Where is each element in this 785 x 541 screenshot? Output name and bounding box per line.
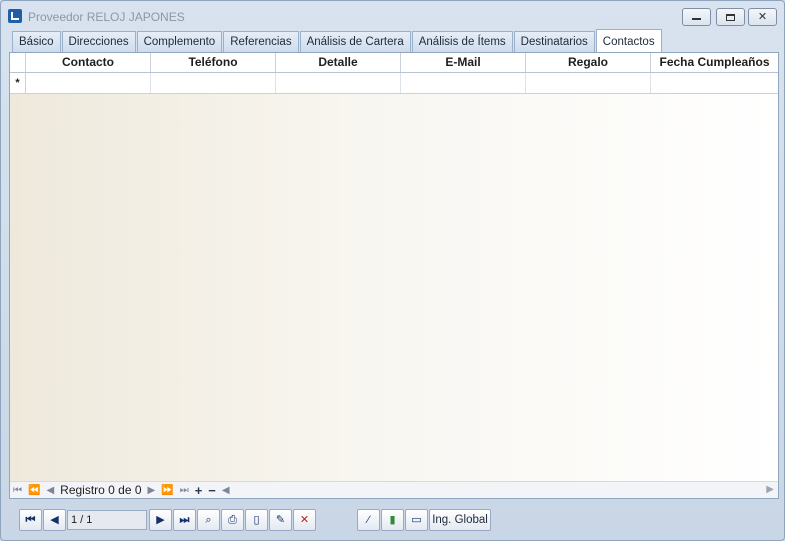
chart-button[interactable]: ▮ xyxy=(381,509,404,531)
new-row-marker: * xyxy=(10,73,26,93)
nav-first-icon[interactable]: ⏮ xyxy=(10,485,25,496)
new-row-cell-detalle[interactable] xyxy=(276,73,401,93)
tab-basico[interactable]: Básico xyxy=(12,31,61,52)
new-button[interactable]: ▯ xyxy=(245,509,268,531)
tab-direcciones[interactable]: Direcciones xyxy=(61,31,136,52)
new-row[interactable]: * xyxy=(10,73,778,94)
prev-record-button[interactable]: ◀ xyxy=(43,509,66,531)
bottom-toolbar: ⏮ ◀ 1 / 1 ▶ ⏭ ⌕ ⎙ ▯ ✎ ✕ ⁄ ▮ ▭ Ing. Globa… xyxy=(19,509,491,533)
first-record-button[interactable]: ⏮ xyxy=(19,509,42,531)
grid-header: Contacto Teléfono Detalle E-Mail Regalo … xyxy=(10,53,778,73)
minimize-icon xyxy=(692,18,701,21)
column-header-regalo[interactable]: Regalo xyxy=(526,53,651,72)
page-indicator[interactable]: 1 / 1 xyxy=(67,510,147,530)
scroll-left-icon[interactable]: ◀ xyxy=(219,485,233,496)
print-button[interactable]: ⎙ xyxy=(221,509,244,531)
close-icon: ✕ xyxy=(757,11,768,23)
app-icon xyxy=(8,9,22,23)
binoculars-icon: ⌕ xyxy=(205,514,212,526)
new-row-cell-fecha-cumpleanos[interactable] xyxy=(651,73,778,93)
window: Proveedor RELOJ JAPONES ✕ Básico Direcci… xyxy=(0,0,785,541)
delete-button[interactable]: ✕ xyxy=(293,509,316,531)
maximize-icon xyxy=(726,13,735,21)
column-header-email[interactable]: E-Mail xyxy=(401,53,526,72)
nav-last-icon[interactable]: ⏭ xyxy=(177,485,192,496)
column-header-fecha-cumpleanos[interactable]: Fecha Cumpleaños xyxy=(651,53,778,72)
grid-navigator: ⏮ ⏪ ◀ Registro 0 de 0 ▶ ⏩ ⏭ + − ◀ ▶ xyxy=(10,481,778,498)
column-header-telefono[interactable]: Teléfono xyxy=(151,53,276,72)
tab-complemento[interactable]: Complemento xyxy=(136,31,223,52)
edit-icon: ✎ xyxy=(275,514,286,526)
tab-strip: Básico Direcciones Complemento Referenci… xyxy=(12,29,663,52)
tab-referencias[interactable]: Referencias xyxy=(223,31,299,52)
tab-analisis-items[interactable]: Análisis de Ítems xyxy=(411,31,513,52)
tab-destinatarios[interactable]: Destinatarios xyxy=(513,31,595,52)
row-selector-header[interactable] xyxy=(10,53,26,72)
prev-record-icon: ◀ xyxy=(50,514,59,526)
maximize-button[interactable] xyxy=(716,8,745,26)
minimize-button[interactable] xyxy=(682,8,711,26)
column-header-contacto[interactable]: Contacto xyxy=(26,53,151,72)
last-record-icon: ⏭ xyxy=(179,514,190,526)
record-counter: Registro 0 de 0 xyxy=(60,483,142,497)
print-preview-button[interactable]: ▭ xyxy=(405,509,428,531)
global-entry-button[interactable]: Ing. Global xyxy=(429,509,491,531)
next-record-icon: ▶ xyxy=(156,514,165,526)
new-row-cell-contacto[interactable] xyxy=(26,73,151,93)
window-title: Proveedor RELOJ JAPONES xyxy=(28,10,185,24)
tab-analisis-cartera[interactable]: Análisis de Cartera xyxy=(299,31,411,52)
nav-next-page-icon[interactable]: ⏩ xyxy=(158,485,176,496)
delete-icon: ✕ xyxy=(299,514,310,526)
nav-prev-icon[interactable]: ◀ xyxy=(43,485,57,496)
printer-icon: ⎙ xyxy=(228,514,237,526)
add-record-icon[interactable]: + xyxy=(192,483,206,498)
first-record-icon: ⏮ xyxy=(25,514,36,526)
new-row-cell-email[interactable] xyxy=(401,73,526,93)
edit-button[interactable]: ✎ xyxy=(269,509,292,531)
bar-chart-icon: ▮ xyxy=(389,514,396,526)
remove-record-icon[interactable]: − xyxy=(205,483,219,498)
contacts-grid[interactable]: Contacto Teléfono Detalle E-Mail Regalo … xyxy=(9,52,779,499)
column-header-detalle[interactable]: Detalle xyxy=(276,53,401,72)
new-row-cell-regalo[interactable] xyxy=(526,73,651,93)
print-preview-icon: ▭ xyxy=(411,514,422,526)
last-record-button[interactable]: ⏭ xyxy=(173,509,196,531)
close-button[interactable]: ✕ xyxy=(748,8,777,26)
tab-contactos[interactable]: Contactos xyxy=(595,29,662,52)
nav-next-icon[interactable]: ▶ xyxy=(145,485,159,496)
wizard-button[interactable]: ⁄ xyxy=(357,509,380,531)
scroll-right-icon[interactable]: ▶ xyxy=(766,484,774,495)
new-document-icon: ▯ xyxy=(253,514,260,526)
magic-wand-icon: ⁄ xyxy=(367,514,370,526)
search-button[interactable]: ⌕ xyxy=(197,509,220,531)
nav-prev-page-icon[interactable]: ⏪ xyxy=(25,485,43,496)
new-row-cell-telefono[interactable] xyxy=(151,73,276,93)
next-record-button[interactable]: ▶ xyxy=(149,509,172,531)
title-bar[interactable]: Proveedor RELOJ JAPONES ✕ xyxy=(1,1,784,31)
